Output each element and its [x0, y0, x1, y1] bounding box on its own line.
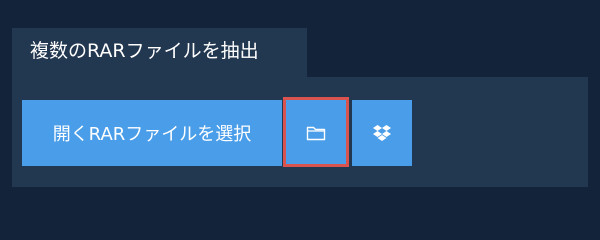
select-rar-files-label: 開くRARファイルを選択: [52, 124, 252, 145]
select-rar-files-button[interactable]: 開くRARファイルを選択: [22, 100, 282, 166]
section-tab-title: 複数のRARファイルを抽出: [12, 28, 307, 77]
open-from-computer-button[interactable]: [283, 100, 349, 166]
dropbox-icon: [372, 124, 392, 142]
open-from-dropbox-button[interactable]: [352, 100, 412, 166]
folder-icon: [306, 125, 326, 141]
